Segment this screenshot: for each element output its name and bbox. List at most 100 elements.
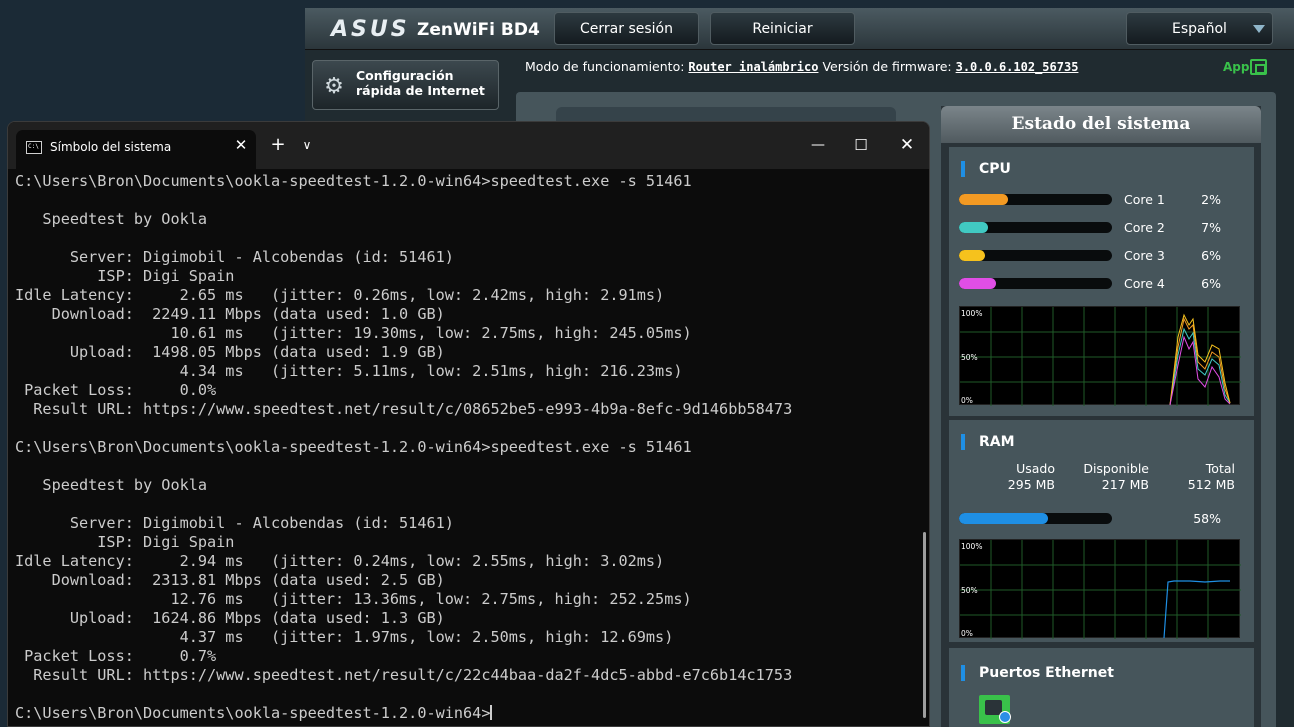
ethernet-ports-card: Puertos Ethernet — [949, 648, 1254, 727]
ram-usage-row: 58% — [959, 511, 1244, 526]
ram-usage-percent: 58% — [1193, 511, 1221, 526]
ram-usage-bar — [959, 513, 1112, 524]
ram-card: RAM Usado 295 MB Disponible 217 MB Total… — [949, 420, 1254, 642]
terminal-line-text: Upload: 1624.86 Mbps (data used: 1.3 GB) — [15, 609, 445, 627]
terminal-lines: C:\Users\Bron\Documents\ookla-speedtest-… — [15, 172, 792, 723]
terminal-line: Server: Digimobil - Alcobendas (id: 5146… — [15, 248, 792, 267]
terminal-line: Packet Loss: 0.7% — [15, 647, 792, 666]
terminal-line: Result URL: https://www.speedtest.net/re… — [15, 666, 792, 685]
cpu-usage-graph: 100% 50% 0% — [959, 306, 1241, 406]
ram-graph-label-50: 50% — [961, 586, 978, 595]
terminal-line-text: Result URL: https://www.speedtest.net/re… — [15, 400, 793, 418]
terminal-tab-title: Símbolo del sistema — [50, 140, 172, 154]
terminal-line: 4.34 ms (jitter: 5.11ms, low: 2.51ms, hi… — [15, 362, 792, 381]
close-tab-icon[interactable]: ✕ — [232, 136, 250, 154]
ethernet-ports-title: Puertos Ethernet — [961, 665, 1114, 681]
quick-internet-setup-button[interactable]: ⚙ Configuración rápida de Internet — [312, 60, 499, 110]
ram-free-label: Disponible — [1083, 461, 1149, 476]
language-select-value: Español — [1172, 20, 1227, 37]
terminal-line: Download: 2249.11 Mbps (data used: 1.0 G… — [15, 305, 792, 324]
cpu-graph-label-0: 0% — [961, 396, 973, 405]
terminal-line-text: C:\Users\Bron\Documents\ookla-speedtest-… — [15, 704, 491, 722]
cpu-core-row: Core 2 7% — [959, 220, 1244, 235]
terminal-line: Speedtest by Ookla — [15, 476, 792, 495]
new-tab-icon[interactable]: + — [267, 134, 289, 156]
cpu-graph-svg — [960, 307, 1241, 406]
cpu-core-row: Core 3 6% — [959, 248, 1244, 263]
system-status-title: Estado del sistema — [941, 106, 1261, 143]
terminal-line-text: C:\Users\Bron\Documents\ookla-speedtest-… — [15, 172, 692, 190]
command-prompt-window: Símbolo del sistema ✕ + ∨ — ☐ ✕ C:\Users… — [7, 121, 930, 727]
terminal-line-text: Speedtest by Ookla — [15, 210, 208, 228]
cpu-card: CPU Core 1 2% Core 2 7% Core 3 6% Core 4… — [949, 147, 1254, 416]
cpu-core-bar — [959, 278, 1112, 289]
globe-icon — [999, 711, 1011, 723]
logout-button[interactable]: Cerrar sesión — [554, 12, 699, 45]
terminal-line-text: Server: Digimobil - Alcobendas (id: 5146… — [15, 248, 454, 266]
cpu-core-label: Core 3 — [1124, 248, 1165, 263]
terminal-scrollbar[interactable] — [923, 532, 926, 718]
language-select[interactable]: Español — [1126, 12, 1273, 45]
cpu-core-label: Core 4 — [1124, 276, 1165, 291]
cpu-core-bar — [959, 194, 1112, 205]
ram-graph-grid — [960, 540, 1241, 639]
maximize-icon[interactable]: ☐ — [851, 134, 871, 156]
terminal-line: Download: 2313.81 Mbps (data used: 2.5 G… — [15, 571, 792, 590]
app-icon[interactable] — [1250, 59, 1267, 75]
terminal-line-text: C:\Users\Bron\Documents\ookla-speedtest-… — [15, 438, 692, 456]
operation-mode-link[interactable]: Router inalámbrico — [688, 60, 818, 74]
router-header: ASUS ZenWiFi BD4 Cerrar sesión Reiniciar… — [305, 8, 1294, 50]
terminal-line-text: Idle Latency: 2.65 ms (jitter: 0.26ms, l… — [15, 286, 665, 304]
cpu-core-fill — [959, 194, 1008, 205]
quick-internet-setup-label: Configuración rápida de Internet — [356, 68, 485, 98]
minimize-icon[interactable]: — — [808, 134, 828, 156]
terminal-line: 12.76 ms (jitter: 13.36ms, low: 2.75ms, … — [15, 590, 792, 609]
terminal-line-text: 10.61 ms (jitter: 19.30ms, low: 2.75ms, … — [15, 324, 692, 342]
terminal-line: 4.37 ms (jitter: 1.97ms, low: 2.50ms, hi… — [15, 628, 792, 647]
cpu-core-fill — [959, 278, 996, 289]
terminal-titlebar: Símbolo del sistema ✕ + ∨ — ☐ ✕ — [8, 122, 929, 169]
magic-wand-icon: ⚙ — [324, 73, 344, 98]
app-link[interactable]: App — [1223, 60, 1249, 74]
terminal-line-text: Upload: 1498.05 Mbps (data used: 1.9 GB) — [15, 343, 445, 361]
ram-graph-svg — [960, 540, 1241, 639]
ram-graph-label-100: 100% — [961, 542, 983, 551]
close-window-icon[interactable]: ✕ — [896, 134, 918, 156]
cpu-core-value: 2% — [1201, 192, 1221, 207]
terminal-line-text: Packet Loss: 0.0% — [15, 381, 217, 399]
cpu-graph-label-100: 100% — [961, 309, 983, 318]
ram-usage-graph: 100% 50% 0% — [959, 539, 1241, 639]
terminal-line: Speedtest by Ookla — [15, 210, 792, 229]
operation-mode-line: Modo de funcionamiento: Router inalámbri… — [525, 59, 1078, 74]
terminal-line: 10.61 ms (jitter: 19.30ms, low: 2.75ms, … — [15, 324, 792, 343]
asus-logo: ASUS — [331, 17, 410, 42]
ram-usage-fill — [959, 513, 1048, 524]
cpu-core-fill — [959, 250, 985, 261]
terminal-line-text: 12.76 ms (jitter: 13.36ms, low: 2.75ms, … — [15, 590, 692, 608]
terminal-line-text: Packet Loss: 0.7% — [15, 647, 217, 665]
ram-free-column: Disponible 217 MB — [1069, 461, 1149, 493]
reboot-button[interactable]: Reiniciar — [710, 12, 855, 45]
terminal-line: Server: Digimobil - Alcobendas (id: 5146… — [15, 514, 792, 533]
terminal-line: Packet Loss: 0.0% — [15, 381, 792, 400]
cpu-core-label: Core 1 — [1124, 192, 1165, 207]
firmware-version-link[interactable]: 3.0.0.6.102_56735 — [956, 60, 1079, 74]
terminal-output[interactable]: C:\Users\Bron\Documents\ookla-speedtest-… — [15, 169, 915, 726]
terminal-line-text: Download: 2249.11 Mbps (data used: 1.0 G… — [15, 305, 445, 323]
cpu-graph-label-50: 50% — [961, 353, 978, 362]
terminal-line-text: 4.34 ms (jitter: 5.11ms, low: 2.51ms, hi… — [15, 362, 683, 380]
firmware-label: Versión de firmware: — [822, 59, 952, 74]
terminal-cursor — [490, 705, 493, 720]
chevron-down-icon[interactable]: ∨ — [298, 134, 316, 156]
chevron-down-icon — [1253, 25, 1265, 33]
terminal-line-text: ISP: Digi Spain — [15, 267, 235, 285]
terminal-tab[interactable]: Símbolo del sistema ✕ — [16, 130, 256, 169]
terminal-line: ISP: Digi Spain — [15, 267, 792, 286]
cpu-core-value: 6% — [1201, 248, 1221, 263]
cpu-core-row: Core 1 2% — [959, 192, 1244, 207]
terminal-line: C:\Users\Bron\Documents\ookla-speedtest-… — [15, 438, 792, 457]
